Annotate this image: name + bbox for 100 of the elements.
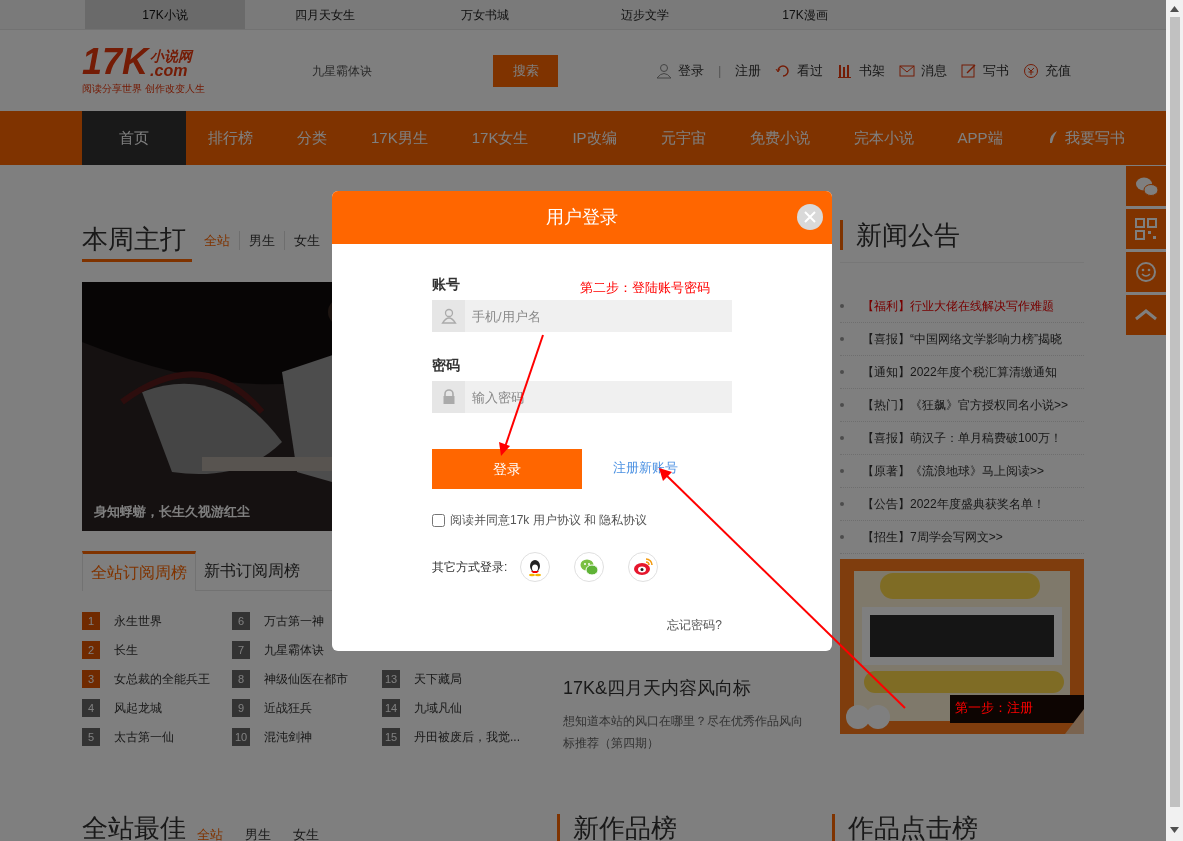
- side-tool-button[interactable]: [1126, 166, 1166, 206]
- side-tool-button[interactable]: [1126, 295, 1166, 335]
- envelope-icon: [899, 62, 916, 79]
- nav-item[interactable]: 17K女生: [449, 111, 551, 165]
- qr-code-icon: [1134, 217, 1158, 241]
- refresh-icon: [775, 62, 792, 79]
- book-link[interactable]: 风起龙城: [114, 699, 162, 717]
- filter-tab[interactable]: 男生: [234, 824, 282, 841]
- logo-domain: .com: [150, 63, 188, 79]
- side-tool-button[interactable]: [1126, 252, 1166, 292]
- annotation-text: 第一步：注册: [955, 699, 1033, 717]
- news-link[interactable]: 【通知】2022年度个税汇算清缴通知: [862, 363, 1057, 381]
- section-title: 新作品榜: [573, 812, 677, 841]
- nav-item[interactable]: 元宇宙: [638, 111, 728, 165]
- forgot-password-link[interactable]: 忘记密码?: [667, 616, 722, 634]
- side-tool-button[interactable]: [1126, 209, 1166, 249]
- header-link[interactable]: 充值: [1045, 60, 1072, 81]
- other-login-label: 其它方式登录:: [432, 559, 509, 576]
- news-link[interactable]: 【热门】《狂飙》官方授权同名小说>>: [862, 396, 1068, 414]
- nav-item[interactable]: APP端: [935, 111, 1025, 165]
- scroll-down-icon[interactable]: [1170, 827, 1179, 833]
- rank-number: 2: [82, 641, 100, 659]
- book-link[interactable]: 天下藏局: [414, 670, 462, 688]
- login-button[interactable]: 登录: [432, 449, 582, 489]
- filter-tab[interactable]: 女生: [284, 230, 329, 250]
- wechat-icon: [579, 557, 599, 577]
- rank-tab[interactable]: 新书订阅周榜: [196, 551, 308, 591]
- nav-item[interactable]: 排行榜: [186, 111, 275, 165]
- agree-checkbox[interactable]: [432, 513, 445, 527]
- nav-item[interactable]: 首页: [82, 111, 186, 165]
- rank-number: 14: [382, 699, 400, 717]
- header-link[interactable]: 消息: [921, 60, 948, 81]
- weibo-icon: [633, 557, 653, 577]
- filter-tab[interactable]: 全站: [195, 230, 239, 250]
- header-link[interactable]: 写书: [983, 60, 1010, 81]
- coin-icon: [1023, 62, 1040, 79]
- book-link[interactable]: 万古第一神: [264, 612, 324, 630]
- bookshelf-icon: [837, 62, 854, 79]
- book-link[interactable]: 九域凡仙: [414, 699, 462, 717]
- news-link[interactable]: 【喜报】萌汉子：单月稿费破100万！: [862, 429, 1063, 447]
- rank-number: 7: [232, 641, 250, 659]
- rank-number: 5: [82, 728, 100, 746]
- filter-tab[interactable]: 女生: [282, 824, 330, 841]
- scrollbar-thumb[interactable]: [1169, 17, 1180, 807]
- rank-number: 4: [82, 699, 100, 717]
- banner-caption: 身知蜉蝣，长生久视游红尘: [94, 502, 250, 521]
- book-link[interactable]: 丹田被废后，我觉...: [414, 728, 520, 746]
- book-link[interactable]: 太古第一仙: [114, 728, 174, 746]
- news-link[interactable]: 【公告】2022年度盛典获奖名单！: [862, 495, 1045, 513]
- book-link[interactable]: 神级仙医在都市: [264, 670, 348, 688]
- book-link[interactable]: 女总裁的全能兵王: [114, 670, 210, 688]
- search-button[interactable]: 搜索: [493, 54, 558, 87]
- scrollbar[interactable]: [1166, 0, 1183, 841]
- book-link[interactable]: 混沌剑神: [264, 728, 312, 746]
- input-field[interactable]: 手机/用户名: [465, 300, 732, 332]
- scroll-up-icon[interactable]: [1170, 6, 1179, 12]
- rank-number: 15: [382, 728, 400, 746]
- book-link[interactable]: 近战狂兵: [264, 699, 312, 717]
- section-title: 本周主打: [82, 219, 192, 262]
- news-link[interactable]: 【喜报】“中国网络文学影响力榜”揭晓: [862, 330, 1062, 348]
- person-icon: [656, 62, 672, 79]
- top-link[interactable]: 17K小说: [85, 0, 245, 29]
- field-label: 密码: [432, 356, 460, 374]
- logo-name: 小说网: [150, 49, 193, 63]
- search-field[interactable]: 九星霸体诀: [308, 54, 493, 87]
- nav-item[interactable]: IP改编: [550, 111, 639, 165]
- rank-number: 3: [82, 670, 100, 688]
- header-link[interactable]: 注册: [735, 60, 762, 81]
- agreement-text: 阅读并同意17k 用户协议 和 隐私协议: [450, 512, 648, 529]
- book-link[interactable]: 永生世界: [114, 612, 162, 630]
- news-link[interactable]: 【原著】《流浪地球》马上阅读>>: [862, 462, 1044, 480]
- logo-slogan: 阅读分享世界 创作改变人生: [82, 82, 206, 96]
- top-link[interactable]: 迈步文学: [565, 0, 725, 29]
- header-link[interactable]: 书架: [859, 60, 886, 81]
- nav-item[interactable]: 17K男生: [349, 111, 450, 165]
- rank-number: 13: [382, 670, 400, 688]
- header-link[interactable]: 看过: [797, 60, 824, 81]
- rank-number: 10: [232, 728, 250, 746]
- feature-description: 想知道本站的风口在哪里？尽在优秀作品风向标推荐（第四期）: [563, 713, 804, 752]
- news-link[interactable]: 【福利】行业大佬在线解决写作难题: [862, 297, 1054, 315]
- filter-tab[interactable]: 全站: [186, 824, 234, 841]
- field-label: 账号: [432, 275, 460, 293]
- top-link[interactable]: 四月天女生: [245, 0, 405, 29]
- book-link[interactable]: 九星霸体诀: [264, 641, 324, 659]
- feature-title: 17K&四月天内容风向标: [563, 677, 753, 700]
- dialog-title: 用户登录: [546, 206, 618, 229]
- nav-item[interactable]: 完本小说: [831, 111, 936, 165]
- section-title: 新闻公告: [856, 218, 960, 252]
- top-link[interactable]: 万女书城: [405, 0, 565, 29]
- nav-item[interactable]: 分类: [275, 111, 349, 165]
- section-title: 全站最佳: [82, 812, 186, 841]
- news-link[interactable]: 【招生】7周学会写网文>>: [862, 528, 1003, 546]
- edit-icon: [961, 62, 978, 79]
- nav-item[interactable]: 免费小说: [727, 111, 832, 165]
- top-link[interactable]: 17K漫画: [725, 0, 885, 29]
- close-button[interactable]: [797, 204, 823, 230]
- book-link[interactable]: 长生: [114, 641, 138, 659]
- rank-number: 6: [232, 612, 250, 630]
- header-link[interactable]: 登录: [678, 60, 704, 81]
- filter-tab[interactable]: 男生: [239, 230, 284, 250]
